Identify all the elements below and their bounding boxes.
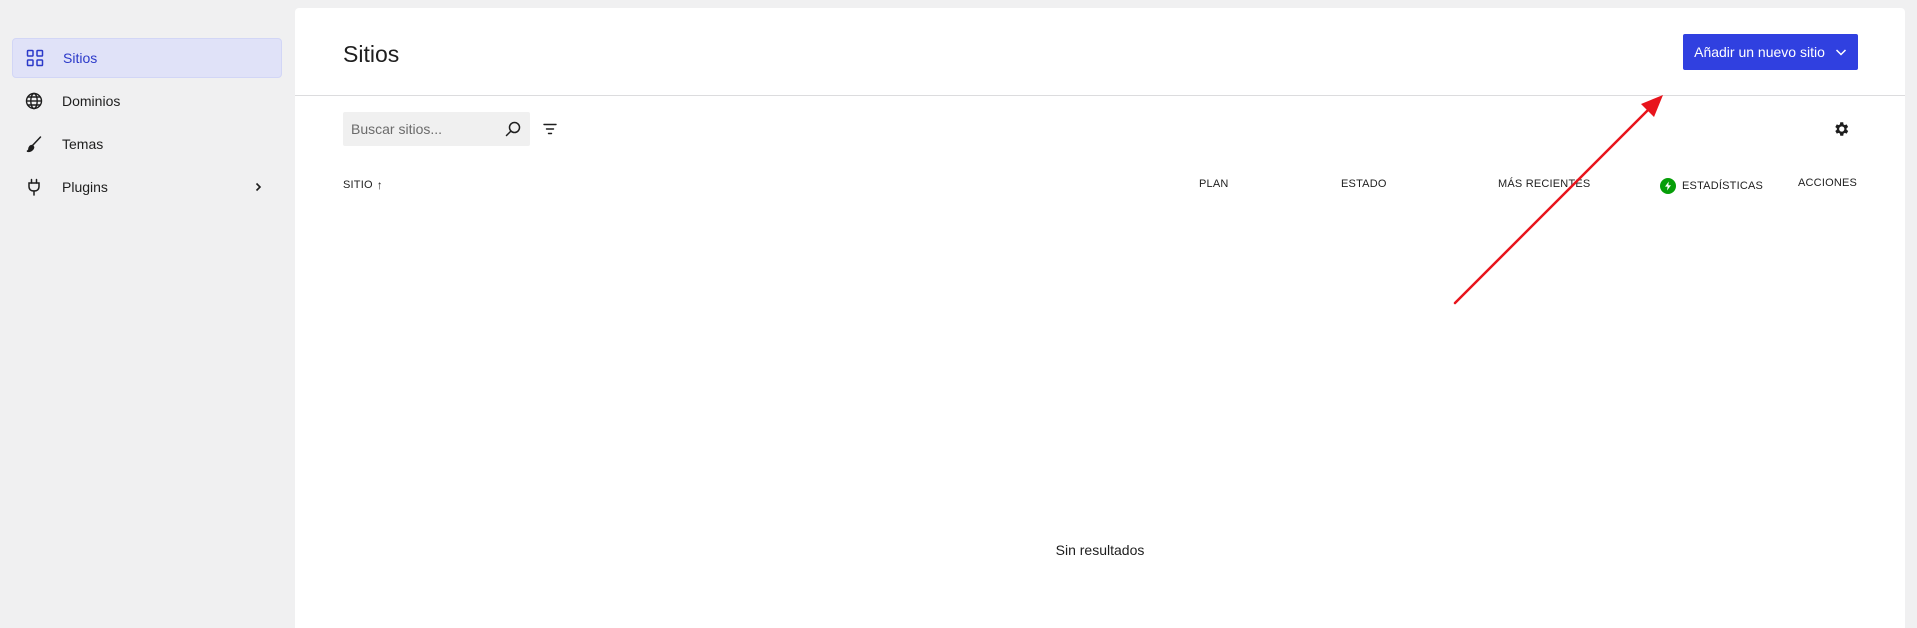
jetpack-bolt-icon (1660, 178, 1676, 194)
sidebar-item-label: Temas (62, 136, 104, 152)
table-header: SITIO ↑ PLAN ESTADO MÁS RECIENTES ESTADÍ… (295, 166, 1905, 206)
sort-ascending-icon: ↑ (376, 178, 383, 192)
column-header-stats: ESTADÍSTICAS (1660, 178, 1763, 194)
gear-icon[interactable] (1831, 119, 1851, 139)
search-icon[interactable] (504, 120, 522, 138)
empty-results-message: Sin resultados (1055, 542, 1145, 558)
sidebar-item-plugins[interactable]: Plugins (12, 167, 282, 207)
add-new-site-label: Añadir un nuevo sitio (1694, 44, 1825, 60)
main-panel: Sitios Añadir un nuevo sitio Buscar siti… (295, 8, 1905, 628)
sidebar-item-label: Sitios (63, 50, 98, 66)
globe-icon (24, 91, 44, 111)
column-header-actions: ACCIONES (1798, 177, 1858, 189)
sidebar-item-label: Dominios (62, 93, 121, 109)
column-header-recent: MÁS RECIENTES (1498, 178, 1591, 190)
column-header-site[interactable]: SITIO ↑ (343, 178, 383, 192)
sidebar-item-dominios[interactable]: Dominios (12, 81, 282, 121)
column-header-plan: PLAN (1199, 178, 1229, 190)
filter-icon[interactable] (541, 120, 559, 138)
column-header-status: ESTADO (1341, 178, 1387, 190)
plug-icon (24, 177, 44, 197)
page-title: Sitios (343, 41, 400, 67)
chevron-down-icon (1835, 46, 1847, 58)
sidebar: Sitios Dominios Temas Plugins (0, 0, 294, 628)
toolbar (295, 96, 1905, 166)
page-header: Sitios Añadir un nuevo sitio (295, 8, 1905, 96)
search-box (343, 112, 530, 146)
add-new-site-button[interactable]: Añadir un nuevo sitio (1683, 34, 1858, 70)
column-label: SITIO (343, 179, 373, 191)
sidebar-item-sitios[interactable]: Sitios (12, 38, 282, 78)
chevron-right-icon (250, 179, 266, 195)
sidebar-item-label: Plugins (62, 179, 108, 195)
brush-icon (24, 134, 44, 154)
grid-icon (25, 48, 45, 68)
sidebar-item-temas[interactable]: Temas (12, 124, 282, 164)
search-input[interactable] (343, 113, 493, 145)
column-label: ESTADÍSTICAS (1682, 180, 1764, 192)
